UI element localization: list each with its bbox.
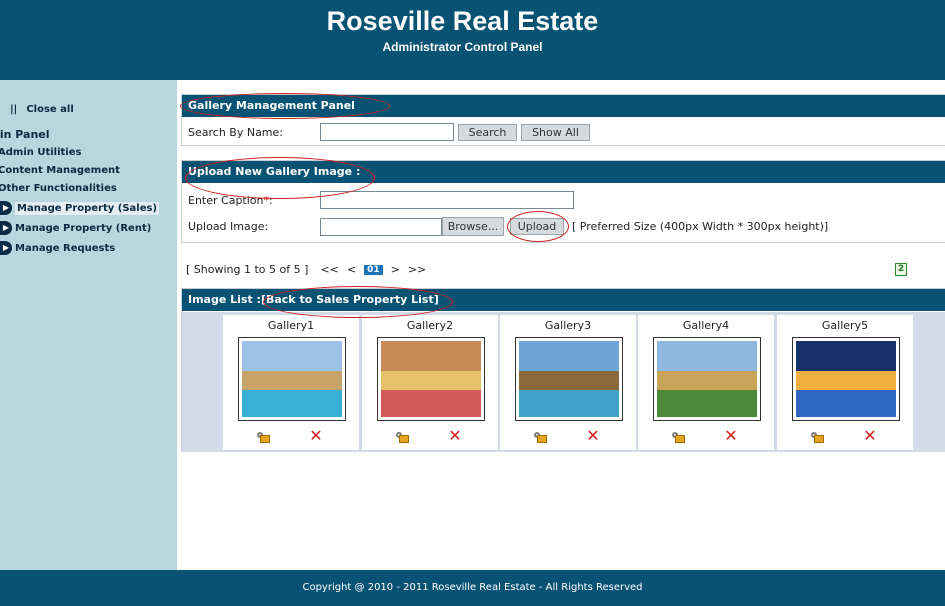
photo-sky bbox=[381, 341, 481, 376]
gallery-photo bbox=[519, 341, 619, 417]
arrow-right-icon: ▶ bbox=[0, 201, 12, 215]
edit-lock-icon[interactable] bbox=[811, 432, 825, 444]
edit-lock-icon[interactable] bbox=[396, 432, 410, 444]
upload-gallery-panel: Upload New Gallery Image : Enter Caption… bbox=[181, 160, 945, 243]
photo-sky bbox=[519, 341, 619, 376]
photo-sky bbox=[657, 341, 757, 376]
gallery-item: Gallery3 ✕ bbox=[500, 315, 636, 450]
photo-low bbox=[657, 390, 757, 417]
gallery-name: Gallery4 bbox=[682, 319, 730, 332]
delete-icon[interactable]: ✕ bbox=[586, 428, 600, 444]
caption-label: Enter Caption*: bbox=[188, 193, 273, 207]
sidebar: || Close all nin Panel Admin Utilities Co… bbox=[0, 80, 177, 570]
arrow-right-icon: ▶ bbox=[0, 241, 12, 255]
gallery-item: Gallery4 ✕ bbox=[638, 315, 774, 450]
sidebar-sub-label: Manage Property (Sales) bbox=[15, 201, 160, 215]
arrow-right-icon: ▶ bbox=[0, 221, 12, 235]
upload-button[interactable]: Upload bbox=[510, 218, 564, 235]
upload-row: Upload Image: Browse... Upload [ Preferr… bbox=[188, 217, 828, 236]
photo-sky bbox=[796, 341, 896, 376]
site-title: Roseville Real Estate bbox=[326, 6, 599, 36]
delete-icon[interactable]: ✕ bbox=[863, 428, 877, 444]
bars-icon: || bbox=[10, 104, 18, 115]
gallery-thumbnail[interactable] bbox=[515, 337, 623, 421]
first-page-link[interactable]: << bbox=[320, 263, 338, 276]
sidebar-item-manage-requests[interactable]: ▶ Manage Requests bbox=[0, 240, 115, 256]
caption-input[interactable] bbox=[320, 191, 574, 209]
browse-button[interactable]: Browse... bbox=[442, 217, 504, 236]
gallery-name: Gallery3 bbox=[544, 319, 592, 332]
pagination: [ Showing 1 to 5 of 5 ] << < 01 > >> bbox=[186, 263, 430, 276]
sidebar-item-manage-property-sales[interactable]: ▶ Manage Property (Sales) bbox=[0, 200, 160, 216]
image-list-heading[interactable]: Image List :[Back to Sales Property List… bbox=[182, 289, 945, 311]
admin-panel-title: nin Panel bbox=[0, 128, 50, 141]
close-all-link[interactable]: || Close all bbox=[10, 104, 74, 115]
site-subtitle: Administrator Control Panel bbox=[382, 40, 543, 54]
upload-image-label: Upload Image: bbox=[188, 220, 269, 233]
sidebar-item-content-management[interactable]: Content Management bbox=[0, 165, 120, 176]
gallery-management-panel: Gallery Management Panel Search By Name:… bbox=[181, 94, 945, 146]
preferred-size-hint: [ Preferred Size (400px Width * 300px he… bbox=[572, 220, 829, 233]
sidebar-item-other-functionalities[interactable]: Other Functionalities bbox=[0, 183, 117, 194]
gallery-name: Gallery1 bbox=[267, 319, 315, 332]
gallery-item: Gallery2 ✕ bbox=[362, 315, 498, 450]
gallery-item: Gallery1 ✕ bbox=[223, 315, 359, 450]
gallery-photo bbox=[657, 341, 757, 417]
sidebar-sub-label: Manage Requests bbox=[15, 242, 116, 254]
upload-panel-heading: Upload New Gallery Image : bbox=[182, 161, 945, 183]
gallery-name: Gallery5 bbox=[821, 319, 869, 332]
search-button[interactable]: Search bbox=[458, 123, 517, 141]
photo-sky bbox=[242, 341, 342, 376]
site-header: Roseville Real Estate Administrator Cont… bbox=[0, 0, 945, 80]
delete-icon[interactable]: ✕ bbox=[448, 428, 462, 444]
gallery-strip: Gallery1 ✕ Gallery2 ✕ Gallery3 ✕ Gallery… bbox=[182, 312, 945, 452]
photo-low bbox=[796, 390, 896, 417]
file-path-input[interactable] bbox=[320, 217, 442, 236]
show-all-button[interactable]: Show All bbox=[521, 123, 590, 141]
gallery-photo bbox=[242, 341, 342, 417]
gallery-panel-heading: Gallery Management Panel bbox=[182, 95, 945, 117]
image-list-panel: Image List :[Back to Sales Property List… bbox=[181, 288, 945, 452]
gallery-name: Gallery2 bbox=[406, 319, 454, 332]
sidebar-item-admin-utilities[interactable]: Admin Utilities bbox=[0, 147, 81, 158]
refresh-icon[interactable]: 2 bbox=[895, 263, 907, 276]
photo-low bbox=[519, 390, 619, 417]
gallery-photo bbox=[796, 341, 896, 417]
sidebar-item-manage-property-rent[interactable]: ▶ Manage Property (Rent) bbox=[0, 220, 151, 236]
showing-range: [ Showing 1 to 5 of 5 ] bbox=[186, 263, 309, 276]
gallery-thumbnail[interactable] bbox=[238, 337, 346, 421]
current-page[interactable]: 01 bbox=[364, 264, 383, 275]
caption-row: Enter Caption*: bbox=[188, 191, 574, 209]
main-content: Gallery Management Panel Search By Name:… bbox=[177, 80, 945, 570]
search-row: Search By Name: Search Show All bbox=[188, 123, 590, 141]
gallery-thumbnail[interactable] bbox=[377, 337, 485, 421]
search-input[interactable] bbox=[320, 123, 454, 141]
close-all-label: Close all bbox=[26, 104, 74, 115]
delete-icon[interactable]: ✕ bbox=[724, 428, 738, 444]
prev-page-link[interactable]: < bbox=[347, 263, 356, 276]
last-page-link[interactable]: >> bbox=[408, 263, 426, 276]
sidebar-sub-label: Manage Property (Rent) bbox=[15, 222, 152, 234]
photo-low bbox=[242, 390, 342, 417]
search-label: Search By Name: bbox=[188, 125, 283, 139]
edit-lock-icon[interactable] bbox=[672, 432, 686, 444]
gallery-photo bbox=[381, 341, 481, 417]
gallery-item: Gallery5 ✕ bbox=[777, 315, 913, 450]
gallery-thumbnail[interactable] bbox=[792, 337, 900, 421]
next-page-link[interactable]: > bbox=[391, 263, 400, 276]
gallery-thumbnail[interactable] bbox=[653, 337, 761, 421]
edit-lock-icon[interactable] bbox=[534, 432, 548, 444]
delete-icon[interactable]: ✕ bbox=[309, 428, 323, 444]
photo-low bbox=[381, 390, 481, 417]
site-footer: Copyright @ 2010 - 2011 Roseville Real E… bbox=[0, 570, 945, 606]
edit-lock-icon[interactable] bbox=[257, 432, 271, 444]
